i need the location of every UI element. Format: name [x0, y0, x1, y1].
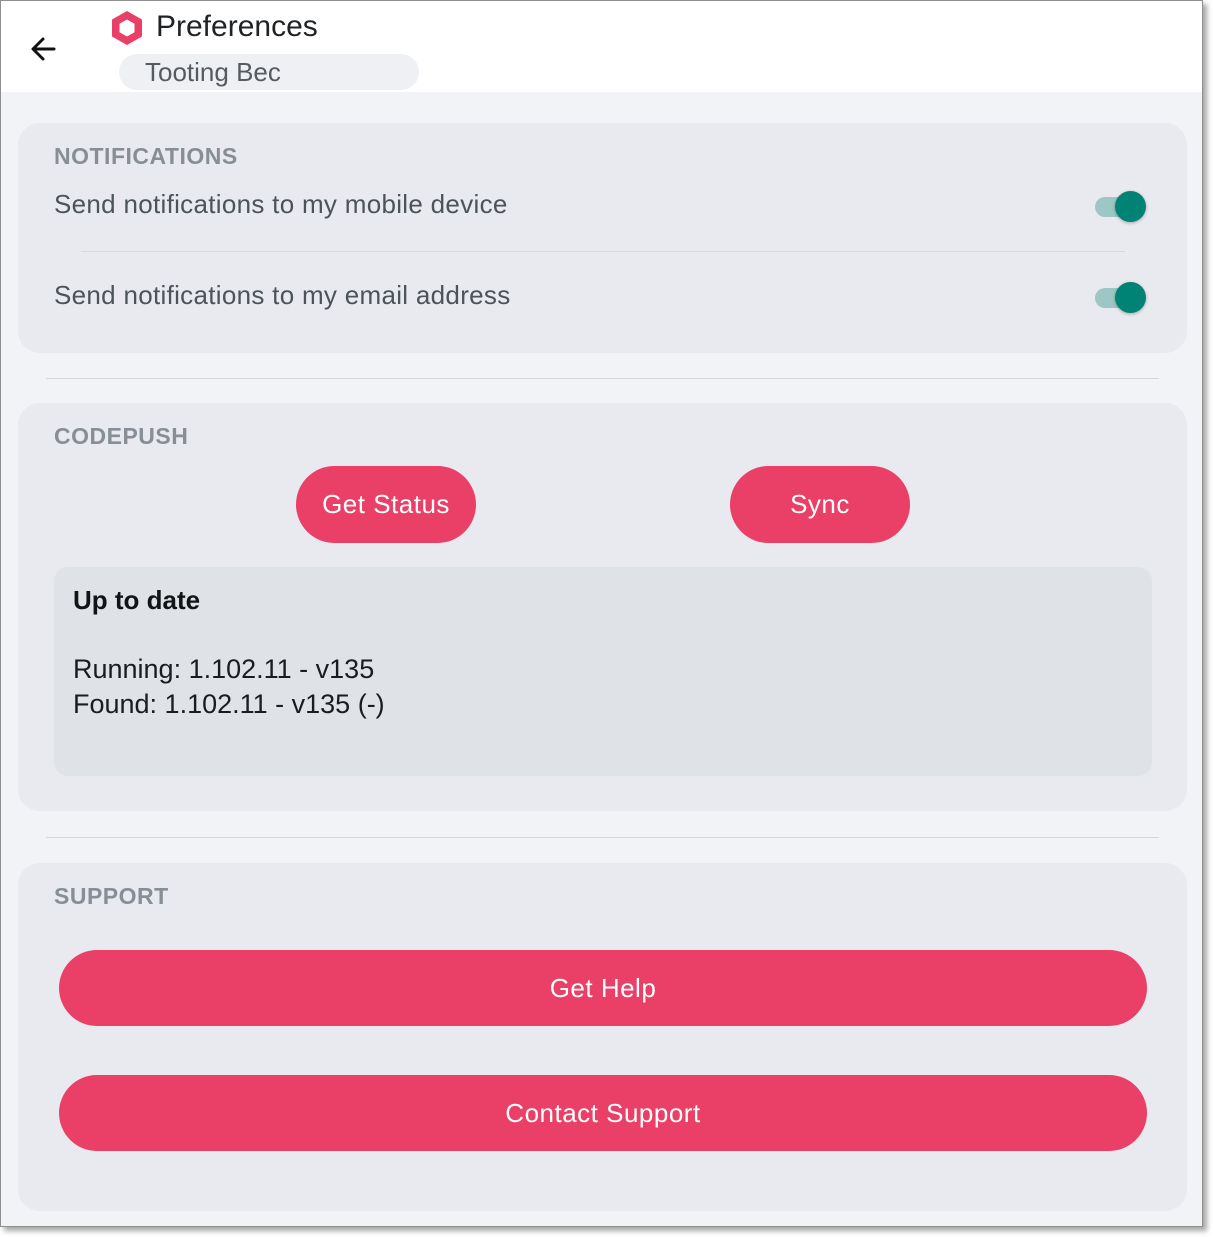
toggle-knob	[1115, 191, 1146, 222]
arrow-left-icon	[31, 37, 56, 61]
support-section-title: SUPPORT	[54, 883, 169, 909]
codepush-card: CODEPUSH Get Status Sync Up to date Runn…	[18, 403, 1187, 811]
email-notifications-toggle[interactable]	[1095, 281, 1147, 313]
hexagon-logo-icon	[112, 11, 142, 45]
location-selector[interactable]: Tooting Bec	[119, 54, 419, 90]
get-help-button[interactable]: Get Help	[59, 950, 1147, 1026]
running-version: Running: 1.102.11 - v135	[73, 654, 375, 684]
get-status-button[interactable]: Get Status	[296, 466, 476, 543]
location-label: Tooting Bec	[145, 57, 281, 87]
toggle-knob	[1115, 282, 1146, 313]
divider	[81, 251, 1125, 252]
contact-support-button[interactable]: Contact Support	[59, 1075, 1147, 1151]
codepush-section-title: CODEPUSH	[54, 423, 189, 449]
section-divider	[46, 378, 1159, 379]
mobile-notifications-toggle[interactable]	[1095, 190, 1147, 222]
header-bar: Preferences Tooting Bec	[1, 1, 1202, 92]
status-heading: Up to date	[73, 585, 201, 615]
notifications-section-title: NOTIFICATIONS	[54, 143, 238, 169]
email-notifications-label: Send notifications to my email address	[54, 280, 511, 310]
notifications-card: NOTIFICATIONS Send notifications to my m…	[18, 123, 1187, 353]
found-version: Found: 1.102.11 - v135 (-)	[73, 689, 385, 719]
page-title: Preferences	[156, 10, 318, 43]
sync-button[interactable]: Sync	[730, 466, 910, 543]
section-divider	[46, 837, 1159, 838]
back-button[interactable]	[23, 31, 63, 67]
app-window: Preferences Tooting Bec NOTIFICATIONS Se…	[0, 0, 1203, 1227]
codepush-status-panel: Up to date Running: 1.102.11 - v135 Foun…	[54, 567, 1152, 776]
mobile-notifications-label: Send notifications to my mobile device	[54, 189, 508, 219]
support-card: SUPPORT Get Help Contact Support	[18, 863, 1187, 1211]
